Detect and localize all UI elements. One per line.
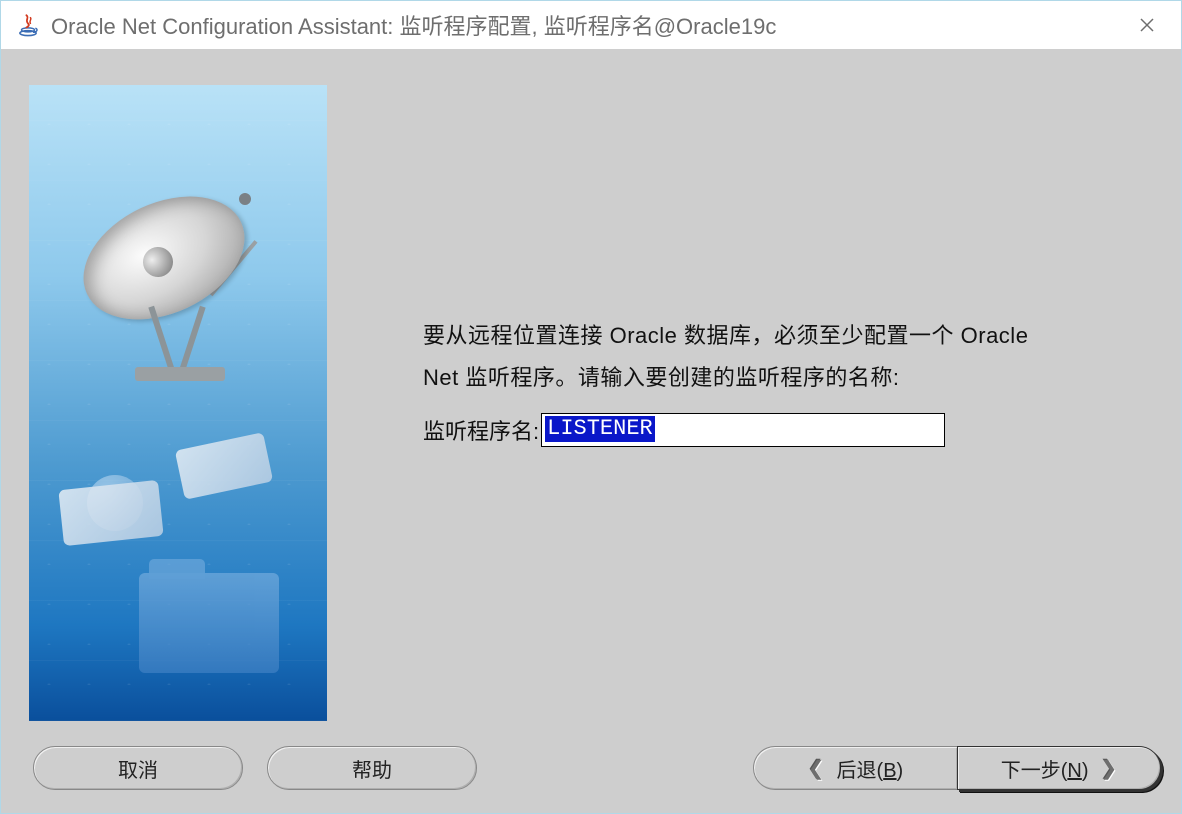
close-icon[interactable] — [1123, 5, 1171, 45]
chevron-left-icon: ❮ — [808, 756, 825, 781]
cancel-button[interactable]: 取消 — [33, 746, 243, 790]
back-button[interactable]: ❮ 后退(B) — [753, 746, 957, 790]
cancel-button-label: 取消 — [118, 754, 158, 783]
listener-name-input[interactable] — [541, 413, 945, 447]
wizard-side-image — [29, 85, 327, 721]
form-area: 要从远程位置连接 Oracle 数据库，必须至少配置一个 Oracle Net … — [423, 85, 1165, 723]
titlebar: Oracle Net Configuration Assistant: 监听程序… — [1, 1, 1181, 49]
help-button-label: 帮助 — [352, 754, 392, 783]
description-text: 要从远程位置连接 Oracle 数据库，必须至少配置一个 Oracle Net … — [423, 315, 1045, 399]
chevron-right-icon: ❯ — [1101, 756, 1118, 781]
listener-name-label: 监听程序名: — [423, 414, 539, 446]
button-bar: 取消 帮助 ❮ 后退(B) 下一步(N) ❯ — [29, 735, 1165, 801]
window-title: Oracle Net Configuration Assistant: 监听程序… — [51, 9, 1113, 41]
next-button-label: 下一步(N) — [1001, 754, 1089, 783]
listener-name-row: 监听程序名: LISTENER — [423, 413, 1045, 447]
dialog-window: Oracle Net Configuration Assistant: 监听程序… — [0, 0, 1182, 814]
next-button[interactable]: 下一步(N) ❯ — [957, 746, 1161, 790]
content-area: 要从远程位置连接 Oracle 数据库，必须至少配置一个 Oracle Net … — [1, 49, 1181, 813]
help-button[interactable]: 帮助 — [267, 746, 477, 790]
back-button-label: 后退(B) — [837, 754, 904, 783]
main-row: 要从远程位置连接 Oracle 数据库，必须至少配置一个 Oracle Net … — [29, 85, 1165, 723]
java-app-icon — [15, 12, 41, 38]
